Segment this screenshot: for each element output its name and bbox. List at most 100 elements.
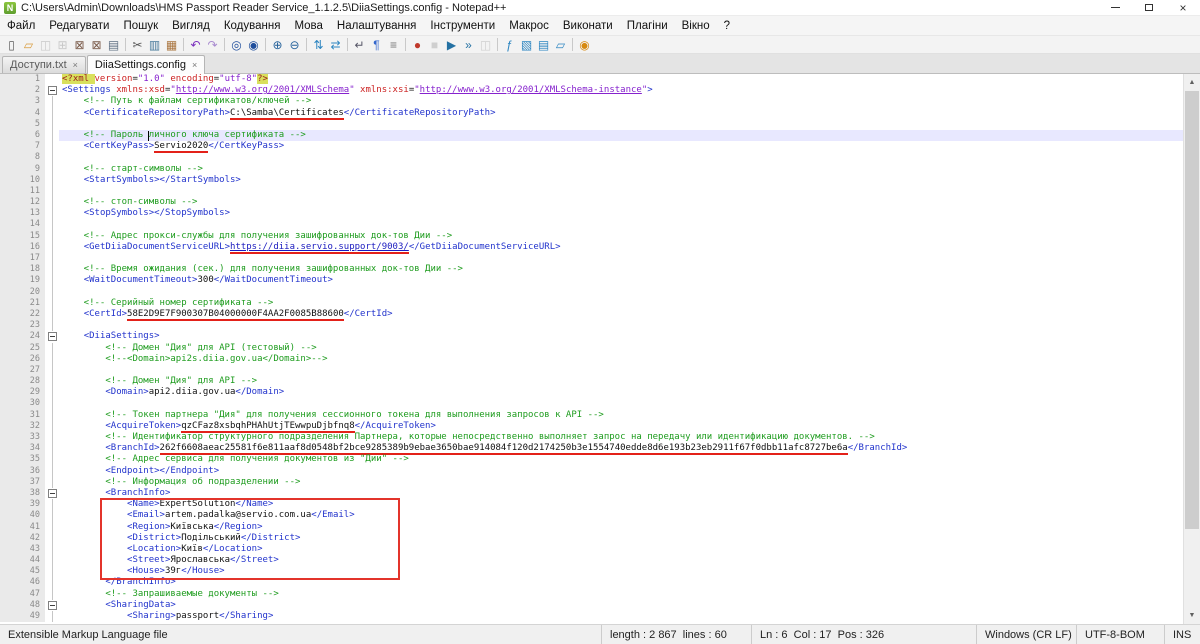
code-line-39: 39 <Name>ExpertSolution</Name> [0, 499, 1183, 510]
word-wrap-icon[interactable]: ↵ [351, 36, 368, 53]
menu-run[interactable]: Виконати [556, 16, 620, 35]
fold-collapse-marker[interactable] [45, 600, 59, 611]
fold-margin [45, 175, 59, 186]
scrollbar-thumb[interactable] [1185, 91, 1199, 529]
code-text [59, 287, 1183, 298]
status-cursor-position: Ln : 6 Col : 17 Pos : 326 [751, 625, 976, 644]
menu-edit[interactable]: Редагувати [42, 16, 116, 35]
line-number: 4 [0, 108, 45, 119]
code-text [59, 219, 1183, 230]
function-list-icon[interactable]: ƒ [501, 36, 518, 53]
code-text: <Region>Київська</Region> [59, 522, 1183, 533]
fold-margin [45, 387, 59, 398]
document-map-icon[interactable]: ▧ [518, 36, 535, 53]
status-encoding[interactable]: UTF-8-BOM [1076, 625, 1164, 644]
menu-macro[interactable]: Макрос [502, 16, 556, 35]
menu-tools[interactable]: Інструменти [423, 16, 502, 35]
code-line-8: 8 [0, 152, 1183, 163]
menu-window[interactable]: Вікно [675, 16, 717, 35]
replace-icon[interactable]: ◉ [245, 36, 262, 53]
zoom-in-icon[interactable]: ⊕ [269, 36, 286, 53]
window-title: C:\Users\Admin\Downloads\HMS Passport Re… [21, 2, 506, 14]
indent-guide-icon[interactable]: ≡ [385, 36, 402, 53]
line-number: 5 [0, 119, 45, 130]
menu-encoding[interactable]: Кодування [217, 16, 288, 35]
run-macro-multiple-icon[interactable]: » [460, 36, 477, 53]
copy-icon[interactable]: ▥ [146, 36, 163, 53]
menu-help[interactable]: ? [717, 16, 737, 35]
line-number: 34 [0, 443, 45, 454]
find-icon[interactable]: ◎ [228, 36, 245, 53]
zoom-out-icon[interactable]: ⊖ [286, 36, 303, 53]
tab-close-icon[interactable]: × [192, 60, 197, 70]
fold-collapse-marker[interactable] [45, 331, 59, 342]
code-line-47: 47 <!-- Запрашиваемые документы --> [0, 589, 1183, 600]
undo-icon[interactable]: ↶ [187, 36, 204, 53]
line-number: 9 [0, 164, 45, 175]
code-line-6: 6 <!-- Пароль личного ключа сертификата … [0, 130, 1183, 141]
redo-icon[interactable]: ↷ [204, 36, 221, 53]
fold-margin [45, 287, 59, 298]
notepad-window: N C:\Users\Admin\Downloads\HMS Passport … [0, 0, 1200, 644]
code-text: <!-- стоп-символы --> [59, 197, 1183, 208]
line-number: 20 [0, 287, 45, 298]
cut-icon[interactable]: ✂ [129, 36, 146, 53]
scroll-down-icon[interactable]: ▼ [1184, 607, 1200, 624]
menu-plugins[interactable]: Плагіни [620, 16, 675, 35]
document-list-icon[interactable]: ▤ [535, 36, 552, 53]
menu-search[interactable]: Пошук [116, 16, 165, 35]
menu-view[interactable]: Вигляд [165, 16, 217, 35]
close-button[interactable]: × [1166, 0, 1200, 15]
menu-file[interactable]: Файл [0, 16, 42, 35]
fold-collapse-marker[interactable] [45, 488, 59, 499]
code-line-9: 9 <!-- старт-символы --> [0, 164, 1183, 175]
code-text: <Location>Київ</Location> [59, 544, 1183, 555]
line-number: 3 [0, 96, 45, 107]
line-number: 1 [0, 74, 45, 85]
line-number: 42 [0, 533, 45, 544]
tab-close-icon[interactable]: × [73, 60, 78, 70]
close-all-icon[interactable]: ⊠ [88, 36, 105, 53]
play-macro-icon[interactable]: ▶ [443, 36, 460, 53]
line-number: 37 [0, 477, 45, 488]
monitoring-icon[interactable]: ◉ [576, 36, 593, 53]
editor[interactable]: 1<?xml version="1.0" encoding="utf-8"?> 2… [0, 74, 1200, 624]
menu-settings[interactable]: Налаштування [330, 16, 423, 35]
sync-horizontal-icon[interactable]: ⇄ [327, 36, 344, 53]
code-line-45: 45 <House>39г</House> [0, 566, 1183, 577]
line-number: 10 [0, 175, 45, 186]
tab-diiasettings-config[interactable]: DiiaSettings.config× [87, 55, 205, 74]
print-icon[interactable]: ▤ [105, 36, 122, 53]
code-line-31: 31 <!-- Токен партнера "Дия" для получен… [0, 410, 1183, 421]
fold-collapse-marker[interactable] [45, 85, 59, 96]
minimize-button[interactable] [1098, 0, 1132, 15]
open-folder-icon[interactable]: ▱ [20, 36, 37, 53]
paste-icon[interactable]: ▦ [163, 36, 180, 53]
toolbar-separator [347, 38, 348, 51]
code-text [59, 365, 1183, 376]
code-line-21: 21 <!-- Серийный номер сертификата --> [0, 298, 1183, 309]
line-number: 18 [0, 264, 45, 275]
fold-margin [45, 231, 59, 242]
status-eol-format[interactable]: Windows (CR LF) [976, 625, 1076, 644]
code-lines: 1<?xml version="1.0" encoding="utf-8"?> 2… [0, 74, 1183, 624]
new-file-icon[interactable]: ▯ [3, 36, 20, 53]
line-number: 38 [0, 488, 45, 499]
scroll-up-icon[interactable]: ▲ [1184, 74, 1200, 91]
notepad-plus-plus-icon: N [4, 2, 16, 14]
status-typing-mode[interactable]: INS [1164, 625, 1200, 644]
show-all-chars-icon[interactable]: ¶ [368, 36, 385, 53]
folder-as-workspace-icon[interactable]: ▱ [552, 36, 569, 53]
save-all-icon: ⊞ [54, 36, 71, 53]
code-line-1: 1<?xml version="1.0" encoding="utf-8"?> [0, 74, 1183, 85]
sync-vertical-icon[interactable]: ⇅ [310, 36, 327, 53]
fold-margin [45, 164, 59, 175]
menu-language[interactable]: Мова [287, 16, 329, 35]
line-number: 25 [0, 343, 45, 354]
code-line-24: 24 <DiiaSettings> [0, 331, 1183, 342]
vertical-scrollbar[interactable]: ▲ ▼ [1183, 74, 1200, 624]
record-macro-icon[interactable]: ● [409, 36, 426, 53]
tab-dostupy-txt[interactable]: Доступи.txt× [2, 56, 86, 73]
maximize-button[interactable] [1132, 0, 1166, 15]
close-file-icon[interactable]: ⊠ [71, 36, 88, 53]
